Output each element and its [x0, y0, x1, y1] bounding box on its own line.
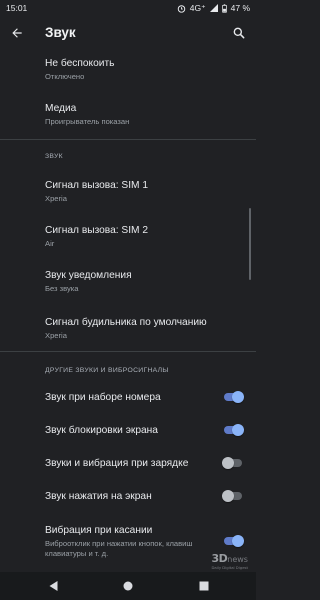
dial-pad-tones-item[interactable]: Звук при наборе номера	[45, 391, 244, 404]
item-title: Вибрация при касании	[45, 525, 153, 536]
back-arrow-icon[interactable]	[8, 24, 26, 42]
nav-home-icon[interactable]	[121, 579, 135, 593]
settings-list[interactable]: Не беспокоить Отключено Медиа Проигрыват…	[0, 50, 256, 572]
default-alarm-sound-item[interactable]: Сигнал будильника по умолчанию Xperia	[45, 316, 244, 341]
charging-sounds-item[interactable]: Звуки и вибрация при зарядке	[45, 457, 244, 470]
watermark-tagline: Daily Digital Digest	[211, 565, 248, 570]
item-title: Звук нажатия на экран	[45, 491, 152, 502]
nav-recents-icon[interactable]	[197, 579, 211, 593]
section-header-sound: ЗВУК	[45, 153, 63, 160]
item-title: Звук блокировки экрана	[45, 425, 158, 436]
ringtone-sim2-item[interactable]: Сигнал вызова: SIM 2 Air	[45, 224, 244, 249]
alarm-icon	[177, 4, 186, 13]
search-icon[interactable]	[230, 24, 248, 42]
nav-back-icon[interactable]	[46, 579, 60, 593]
battery-icon	[221, 3, 227, 13]
battery-percent: 47 %	[230, 3, 250, 13]
item-title: Медиа	[45, 103, 77, 114]
navigation-bar	[0, 572, 256, 600]
item-title: Звук при наборе номера	[45, 392, 161, 403]
status-icons: 4G⁺ 47 %	[177, 3, 250, 14]
section-header-other-sounds: ДРУГИЕ ЗВУКИ И ВИБРОСИГНАЛЫ	[45, 367, 169, 374]
toggle-thumb	[232, 424, 244, 436]
do-not-disturb-item[interactable]: Не беспокоить Отключено	[45, 57, 244, 82]
page-title: Звук	[45, 25, 76, 40]
ringtone-sim1-item[interactable]: Сигнал вызова: SIM 1 Xperia	[45, 179, 244, 204]
toggle-thumb	[232, 391, 244, 403]
section-divider	[0, 351, 256, 352]
touch-vibration-item[interactable]: Вибрация при касании Виброотклик при наж…	[45, 524, 208, 559]
charging-sounds-toggle[interactable]	[222, 456, 244, 470]
watermark-mark: 3D	[211, 552, 228, 565]
scrollbar[interactable]	[249, 208, 251, 280]
item-subtitle: Xperia	[45, 194, 67, 203]
signal-icon	[209, 4, 218, 12]
screen-lock-sound-toggle[interactable]	[222, 423, 244, 437]
toggle-thumb	[222, 457, 234, 469]
item-subtitle: Отключено	[45, 72, 85, 81]
toggle-thumb	[222, 490, 234, 502]
item-title: Сигнал вызова: SIM 1	[45, 180, 149, 191]
item-title: Сигнал будильника по умолчанию	[45, 317, 207, 328]
item-title: Звуки и вибрация при зарядке	[45, 458, 189, 469]
network-type: 4G⁺	[189, 2, 206, 13]
item-subtitle: Без звука	[45, 284, 79, 293]
app-toolbar: Звук	[0, 16, 256, 50]
item-subtitle: Air	[45, 239, 55, 248]
item-subtitle: Xperia	[45, 331, 67, 340]
item-title: Звук уведомления	[45, 270, 132, 281]
notification-sound-item[interactable]: Звук уведомления Без звука	[45, 269, 244, 294]
touch-vibration-toggle[interactable]	[222, 534, 244, 548]
screen-lock-sound-item[interactable]: Звук блокировки экрана	[45, 424, 244, 437]
item-title: Не беспокоить	[45, 58, 115, 69]
watermark-text: news	[227, 555, 248, 564]
status-bar: 15:01 4G⁺ 47 %	[0, 0, 256, 16]
status-time: 15:01	[6, 3, 28, 13]
watermark-logo: 3Dnews Daily Digital Digest	[211, 552, 248, 570]
section-divider	[0, 139, 256, 140]
media-item[interactable]: Медиа Проигрыватель показан	[45, 102, 244, 127]
touch-sounds-toggle[interactable]	[222, 489, 244, 503]
touch-sounds-item[interactable]: Звук нажатия на экран	[45, 490, 244, 503]
item-title: Сигнал вызова: SIM 2	[45, 225, 149, 236]
toggle-thumb	[232, 535, 244, 547]
dial-pad-tones-toggle[interactable]	[222, 390, 244, 404]
item-subtitle: Проигрыватель показан	[45, 117, 130, 126]
item-subtitle: Виброотклик при нажатии кнопок, клавиш к…	[45, 539, 193, 558]
